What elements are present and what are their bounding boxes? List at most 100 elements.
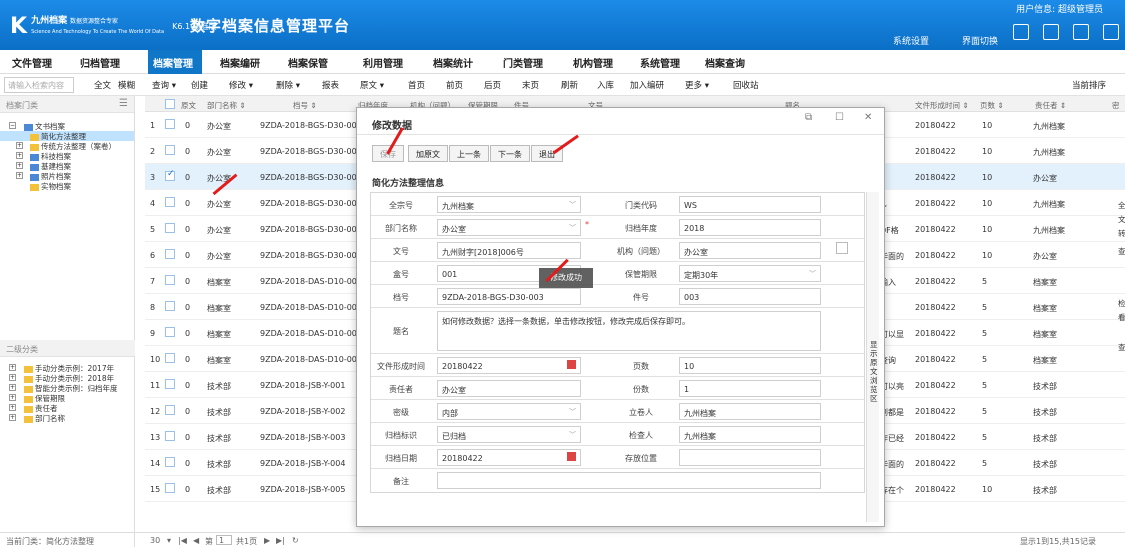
row-checkbox[interactable]: [165, 249, 175, 259]
menu-usage-management[interactable]: 利用管理: [363, 55, 403, 70]
close-icon[interactable]: ✕: [864, 112, 872, 123]
last-page-icon[interactable]: ▶|: [276, 536, 285, 545]
row-checkbox[interactable]: [165, 457, 175, 467]
page-size-caret-icon[interactable]: ▾: [167, 536, 171, 545]
col-form-date[interactable]: 文件形成时间 ⇕: [915, 100, 969, 111]
maximize-icon[interactable]: ☐: [835, 112, 844, 123]
item-no-field[interactable]: 003: [679, 288, 821, 305]
filing-year-field[interactable]: 2018: [679, 219, 821, 236]
col-pages[interactable]: 页数 ⇕: [980, 100, 1004, 111]
calendar-icon[interactable]: [567, 360, 576, 369]
filing-flag-select[interactable]: 已归档 ﹀: [437, 426, 581, 443]
add-compile-button[interactable]: 加入编研: [630, 79, 664, 91]
col-original[interactable]: 原文: [181, 100, 196, 111]
department-select[interactable]: 办公室 ﹀: [437, 219, 581, 236]
row-checkbox[interactable]: [165, 301, 175, 311]
original-button[interactable]: 原文 ▾: [360, 79, 384, 91]
row-checkbox[interactable]: [165, 275, 175, 285]
menu-archive-storage[interactable]: 档案保管: [288, 55, 328, 70]
org-picker-button[interactable]: [836, 242, 848, 254]
title-textarea[interactable]: 如何修改数据？选择一条数据，单击修改按钮，修改完成后保存即可。: [437, 311, 821, 351]
delete-button[interactable]: 删除 ▾: [276, 79, 300, 91]
row-checkbox[interactable]: [165, 483, 175, 493]
pages-field[interactable]: 10: [679, 357, 821, 374]
expand-icon[interactable]: +: [9, 394, 16, 401]
col-responsible[interactable]: 责任者 ⇕: [1035, 100, 1066, 111]
row-checkbox[interactable]: [165, 405, 175, 415]
menu-archive-filing[interactable]: 归档管理: [80, 55, 120, 70]
category-code-field[interactable]: WS: [679, 196, 821, 213]
row-checkbox[interactable]: [165, 431, 175, 441]
tree-item[interactable]: − 文书档案: [0, 121, 134, 131]
notice-icon[interactable]: [1043, 24, 1059, 40]
menu-category-management[interactable]: 门类管理: [503, 55, 543, 70]
expand-icon[interactable]: +: [9, 374, 16, 381]
page-size-select[interactable]: 30: [150, 536, 160, 545]
recycle-bin-button[interactable]: 回收站: [733, 79, 759, 91]
retention-select[interactable]: 定期30年 ﹀: [679, 265, 821, 282]
tree-item[interactable]: + 传统方法整理（案卷）: [0, 141, 134, 151]
menu-archive-statistics[interactable]: 档案统计: [433, 55, 473, 70]
col-secret[interactable]: 密: [1112, 100, 1120, 111]
report-button[interactable]: 报表: [322, 79, 339, 91]
fuzzy-option[interactable]: 模糊: [118, 79, 135, 91]
filing-date-field[interactable]: 20180422: [437, 449, 581, 466]
user-info[interactable]: 用户信息: 超级管理员: [1016, 2, 1103, 15]
next-page-icon[interactable]: ▶: [264, 536, 270, 545]
inspector-field[interactable]: 九州档案: [679, 426, 821, 443]
ui-switch-link[interactable]: 界面切换: [962, 34, 998, 47]
menu-archive-compile[interactable]: 档案编研: [220, 55, 260, 70]
current-sort[interactable]: 当前排序: [1072, 79, 1106, 91]
expand-icon[interactable]: +: [9, 404, 16, 411]
subcategory-item[interactable]: + 手动分类示例：2018年: [0, 373, 135, 383]
tree-item[interactable]: + 照片档案: [0, 171, 134, 181]
restore-icon[interactable]: ⧉: [805, 112, 812, 123]
expand-icon[interactable]: +: [16, 142, 23, 149]
refresh-icon[interactable]: ↻: [292, 536, 299, 545]
tree-item[interactable]: 实物档案: [0, 181, 134, 191]
expand-icon[interactable]: +: [16, 152, 23, 159]
collapse-icon[interactable]: −: [9, 122, 16, 129]
subcategory-item[interactable]: + 部门名称: [0, 413, 135, 423]
location-field[interactable]: [679, 449, 821, 466]
tree-item[interactable]: + 科技档案: [0, 151, 134, 161]
add-original-button[interactable]: 加原文: [408, 145, 448, 162]
row-checkbox[interactable]: [165, 353, 175, 363]
copies-field[interactable]: 1: [679, 380, 821, 397]
expand-icon[interactable]: +: [16, 162, 23, 169]
col-archive-no[interactable]: 档号 ⇕: [293, 100, 317, 111]
row-checkbox[interactable]: [165, 379, 175, 389]
row-checkbox[interactable]: [165, 223, 175, 233]
menu-archive-query[interactable]: 档案查询: [705, 55, 745, 70]
subcategory-item[interactable]: + 责任者: [0, 403, 135, 413]
logout-icon[interactable]: [1103, 24, 1119, 40]
row-checkbox[interactable]: [165, 119, 175, 129]
previous-record-button[interactable]: 上一条: [449, 145, 489, 162]
page-input[interactable]: 1: [216, 535, 232, 545]
menu-system-management[interactable]: 系统管理: [640, 55, 680, 70]
expand-icon[interactable]: +: [9, 364, 16, 371]
remarks-field[interactable]: [437, 472, 821, 489]
row-checkbox[interactable]: [165, 327, 175, 337]
form-date-field[interactable]: 20180422: [437, 357, 581, 374]
subcategory-item[interactable]: + 手动分类示例：2017年: [0, 363, 135, 373]
responsible-field[interactable]: 办公室: [437, 380, 581, 397]
next-page-button[interactable]: 后页: [484, 79, 501, 91]
original-viewer-toggle[interactable]: 显示原文浏览区: [866, 192, 879, 522]
expand-icon[interactable]: +: [9, 384, 16, 391]
create-button[interactable]: 创建: [191, 79, 208, 91]
row-checkbox[interactable]: [165, 169, 175, 181]
select-all-checkbox[interactable]: [165, 99, 175, 109]
calendar-icon[interactable]: [567, 452, 576, 461]
security-select[interactable]: 内部 ﹀: [437, 403, 581, 420]
expand-icon[interactable]: +: [9, 414, 16, 421]
menu-icon[interactable]: ☰: [119, 98, 128, 109]
org-field[interactable]: 办公室: [679, 242, 821, 259]
fulltext-option[interactable]: 全文: [94, 79, 111, 91]
last-page-button[interactable]: 末页: [522, 79, 539, 91]
menu-archive-management[interactable]: 档案管理: [153, 55, 193, 70]
tree-item[interactable]: 简化方法整理: [0, 131, 134, 141]
archive-no-field[interactable]: 9ZDA-2018-BGS-D30-003: [437, 288, 581, 305]
menu-org-management[interactable]: 机构管理: [573, 55, 613, 70]
subcategory-item[interactable]: + 智能分类示例：归档年度: [0, 383, 135, 393]
